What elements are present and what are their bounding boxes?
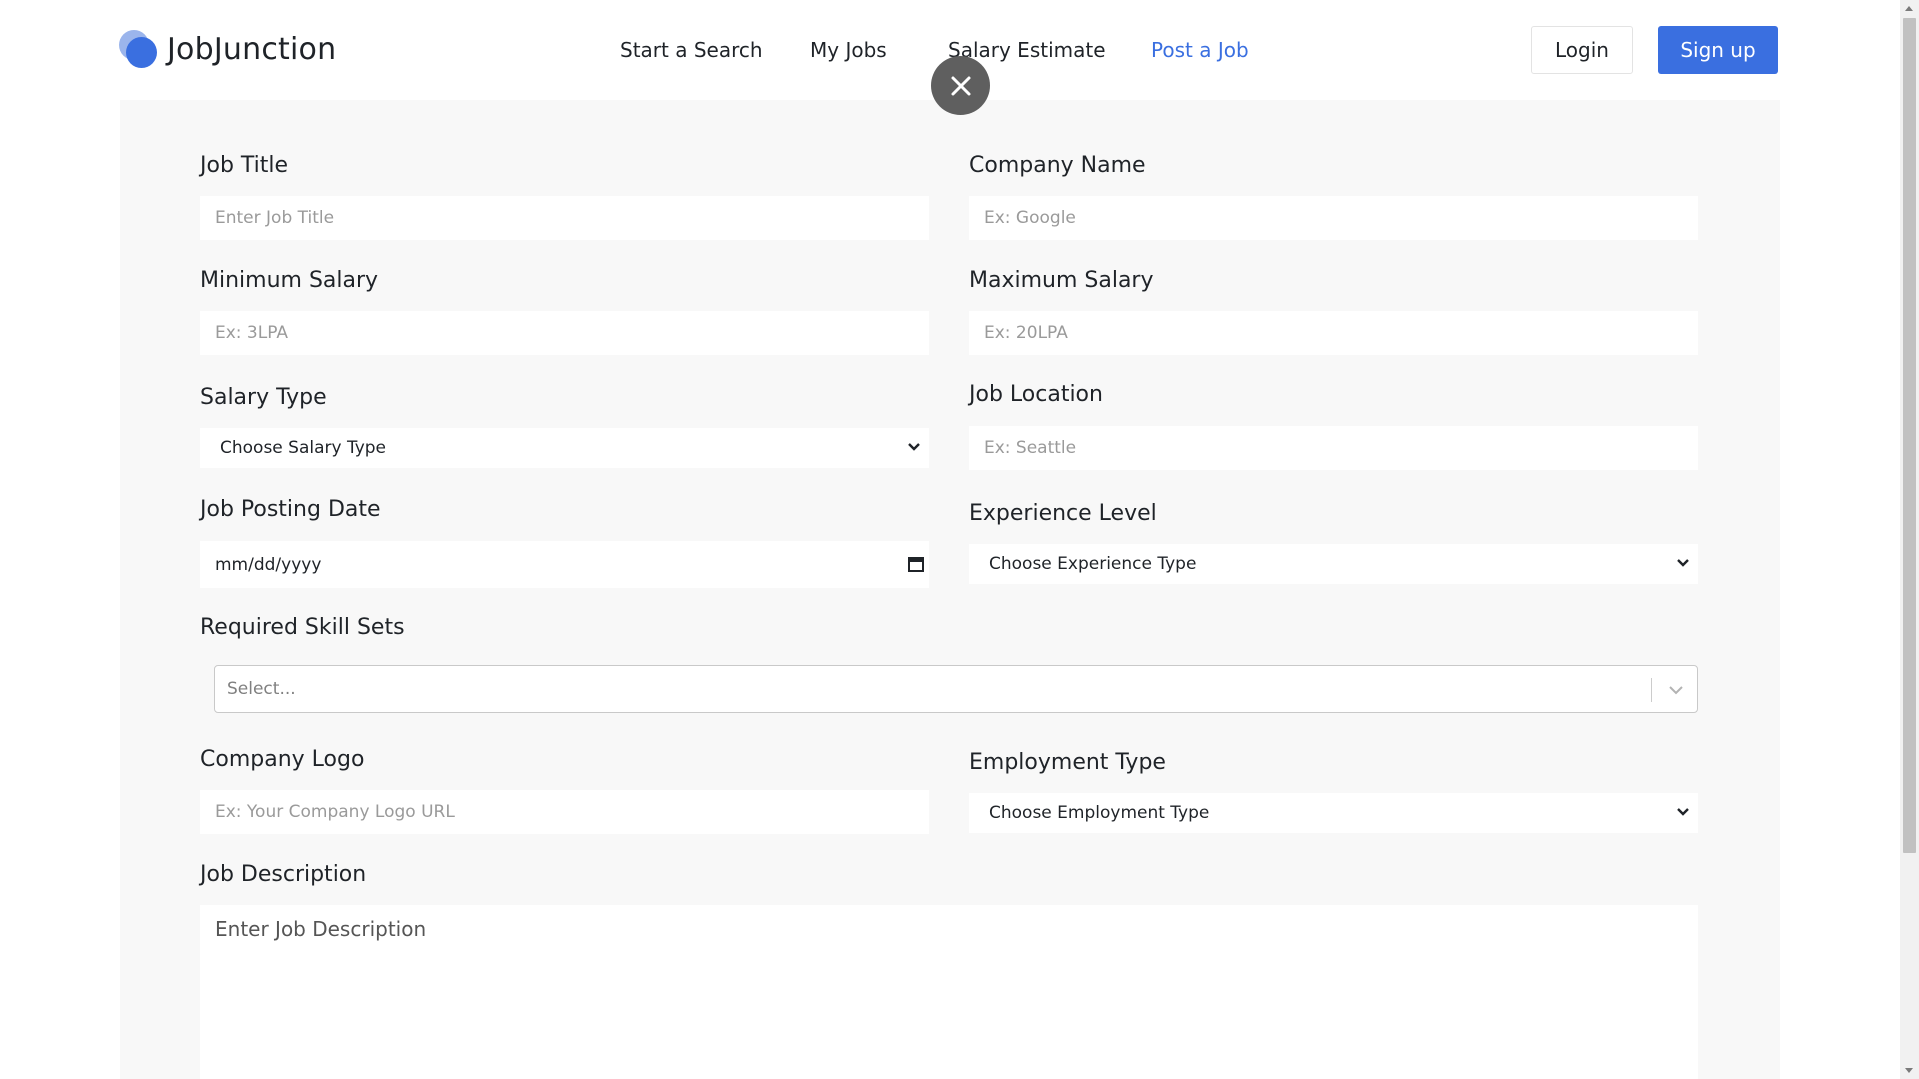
- experience-level-value: Choose Experience Type: [989, 554, 1197, 574]
- logo[interactable]: JobJunction: [119, 30, 336, 68]
- min-salary-input[interactable]: [200, 311, 929, 355]
- nav-my-jobs[interactable]: My Jobs: [810, 38, 887, 62]
- salary-type-label: Salary Type: [200, 385, 327, 410]
- job-location-label: Job Location: [969, 382, 1103, 407]
- description-textarea[interactable]: [200, 905, 1698, 1079]
- close-button[interactable]: [931, 56, 990, 115]
- experience-level-select[interactable]: Choose Experience Type: [969, 544, 1698, 584]
- employment-type-select[interactable]: Choose Employment Type: [969, 793, 1698, 833]
- skills-multiselect[interactable]: Select...: [214, 665, 1698, 713]
- chevron-down-icon: [908, 443, 920, 451]
- posting-date-input[interactable]: mm/dd/yyyy: [200, 541, 929, 588]
- nav-post-a-job[interactable]: Post a Job: [1151, 38, 1249, 62]
- chevron-down-icon: [1677, 808, 1689, 816]
- close-icon: [951, 76, 970, 95]
- skills-label: Required Skill Sets: [200, 615, 405, 640]
- logo-text: JobJunction: [167, 31, 337, 67]
- post-job-form: Job Title Company Name Minimum Salary Ma…: [120, 100, 1780, 1079]
- employment-type-label: Employment Type: [969, 750, 1166, 775]
- signup-button[interactable]: Sign up: [1658, 26, 1778, 74]
- max-salary-label: Maximum Salary: [969, 268, 1154, 293]
- login-button[interactable]: Login: [1531, 26, 1633, 74]
- company-name-label: Company Name: [969, 153, 1146, 178]
- company-logo-input[interactable]: [200, 790, 929, 834]
- scroll-up-arrow-icon[interactable]: [1905, 6, 1913, 11]
- chevron-down-icon: [1669, 686, 1683, 695]
- salary-type-value: Choose Salary Type: [220, 438, 387, 458]
- nav-start-search[interactable]: Start a Search: [620, 38, 763, 62]
- skills-separator: [1651, 678, 1652, 702]
- calendar-icon[interactable]: [907, 555, 925, 573]
- posting-date-value: mm/dd/yyyy: [215, 554, 322, 575]
- chevron-down-icon: [1677, 559, 1689, 567]
- description-label: Job Description: [200, 862, 367, 887]
- scroll-down-arrow-icon[interactable]: [1905, 1068, 1913, 1073]
- company-name-input[interactable]: [969, 196, 1698, 240]
- employment-type-value: Choose Employment Type: [989, 803, 1210, 823]
- scrollbar[interactable]: [1900, 0, 1919, 1079]
- job-title-input[interactable]: [200, 196, 929, 240]
- experience-level-label: Experience Level: [969, 501, 1157, 526]
- job-location-input[interactable]: [969, 426, 1698, 470]
- min-salary-label: Minimum Salary: [200, 268, 379, 293]
- logo-icon: [119, 30, 157, 68]
- skills-placeholder: Select...: [227, 679, 296, 699]
- scroll-thumb[interactable]: [1903, 18, 1916, 853]
- company-logo-label: Company Logo: [200, 747, 365, 772]
- posting-date-label: Job Posting Date: [200, 497, 381, 522]
- job-title-label: Job Title: [200, 153, 289, 178]
- salary-type-select[interactable]: Choose Salary Type: [200, 428, 929, 468]
- page: JobJunction Start a Search My Jobs Salar…: [0, 0, 1919, 1079]
- max-salary-input[interactable]: [969, 311, 1698, 355]
